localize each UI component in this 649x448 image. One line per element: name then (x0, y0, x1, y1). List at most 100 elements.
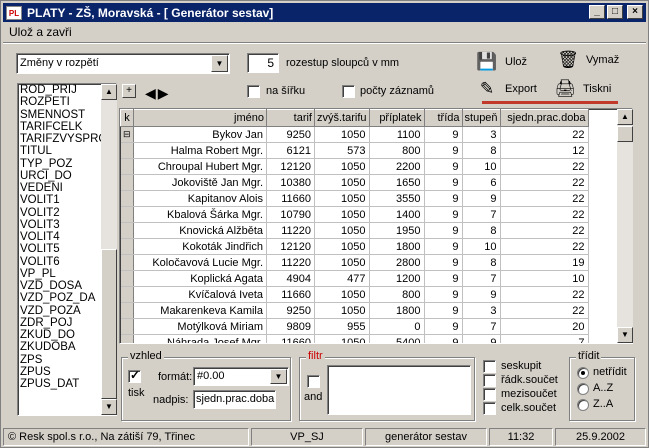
column-header[interactable]: zvýš.tarifu (314, 109, 370, 127)
table-cell[interactable]: 9 (424, 206, 463, 223)
width-checkbox[interactable] (247, 85, 260, 98)
table-cell[interactable]: Makarenkeva Kamila (133, 302, 267, 319)
table-cell[interactable]: 8 (462, 142, 501, 159)
column-header[interactable]: sjedn.prac.doba (499, 109, 589, 127)
row-indicator[interactable] (120, 334, 134, 343)
table-cell[interactable]: 9 (462, 334, 501, 343)
row-indicator[interactable] (120, 158, 134, 175)
column-header[interactable]: třída (423, 109, 463, 127)
table-cell[interactable]: Koplická Agata (133, 270, 267, 287)
scroll-down-icon[interactable]: ▼ (101, 399, 117, 415)
row-indicator[interactable]: ⊟ (120, 126, 134, 143)
data-grid[interactable]: k jméno tarif zvýš.tarifu příplatek třída stup… (119, 108, 633, 344)
table-cell[interactable]: Chroupal Hubert Mgr. (133, 158, 267, 175)
table-row[interactable]: Motýlková Miriam 9809 955 0 9 7 20 (120, 318, 589, 335)
table-cell[interactable]: 3 (462, 126, 501, 143)
filter-expression-field[interactable] (327, 365, 471, 415)
table-cell[interactable]: 9 (462, 190, 501, 207)
table-cell[interactable]: 6 (462, 174, 501, 191)
row-indicator[interactable] (120, 222, 134, 239)
row-indicator[interactable] (120, 318, 134, 335)
table-cell[interactable]: 22 (500, 126, 589, 143)
scroll-thumb[interactable] (617, 126, 633, 142)
table-cell[interactable]: 7 (500, 334, 589, 343)
table-cell[interactable]: 11220 (266, 254, 315, 271)
table-cell[interactable]: Kokoták Jindřich (133, 238, 267, 255)
table-row[interactable]: Makarenkeva Kamila 9250 1050 1800 9 3 22 (120, 302, 589, 319)
row-indicator[interactable] (120, 174, 134, 191)
table-cell[interactable]: 1800 (369, 302, 425, 319)
table-cell[interactable]: 5400 (369, 334, 425, 343)
format-combo[interactable]: #0.00 ▼ (193, 367, 289, 386)
scroll-up-icon[interactable]: ▲ (101, 84, 117, 100)
table-cell[interactable]: 7 (462, 270, 501, 287)
table-cell[interactable]: 955 (314, 318, 370, 335)
table-cell[interactable]: 9 (462, 286, 501, 303)
table-cell[interactable]: Náhrada Josef Mgr. (133, 334, 267, 343)
table-cell[interactable]: 2200 (369, 158, 425, 175)
table-cell[interactable]: 9 (424, 286, 463, 303)
row-indicator[interactable] (120, 270, 134, 287)
row-indicator[interactable] (120, 302, 134, 319)
table-cell[interactable]: 4904 (266, 270, 315, 287)
celk-soucet-checkbox[interactable] (483, 402, 496, 415)
table-cell[interactable]: 8 (462, 254, 501, 271)
column-header[interactable]: k (120, 109, 134, 127)
column-header[interactable]: jméno (133, 109, 267, 127)
table-cell[interactable]: 10 (500, 270, 589, 287)
table-cell[interactable]: 9 (424, 222, 463, 239)
scroll-thumb[interactable] (101, 249, 117, 399)
mezisoucet-checkbox[interactable] (483, 388, 496, 401)
table-row[interactable]: Jokoviště Jan Mgr. 10380 1050 1650 9 6 22 (120, 174, 589, 191)
table-cell[interactable]: 1050 (314, 286, 370, 303)
table-cell[interactable]: 9 (424, 126, 463, 143)
table-row[interactable]: Halma Robert Mgr. 6121 573 800 9 8 12 (120, 142, 589, 159)
table-cell[interactable]: 9809 (266, 318, 315, 335)
table-cell[interactable]: 9250 (266, 126, 315, 143)
table-row[interactable]: Kokoták Jindřich 12120 1050 1800 9 10 22 (120, 238, 589, 255)
save-button[interactable]: 💾 Ulož (475, 51, 527, 73)
table-cell[interactable]: 1400 (369, 206, 425, 223)
row-indicator[interactable] (120, 206, 134, 223)
add-field-button[interactable]: + (122, 84, 136, 98)
table-cell[interactable]: 22 (500, 302, 589, 319)
table-row[interactable]: ⊟ Bykov Jan 9250 1050 1100 9 3 22 (120, 126, 589, 143)
table-cell[interactable]: 573 (314, 142, 370, 159)
minimize-button[interactable]: _ (589, 5, 605, 19)
table-row[interactable]: Kvíčalová Iveta 11660 1050 800 9 9 22 (120, 286, 589, 303)
count-checkbox[interactable] (342, 85, 355, 98)
table-cell[interactable]: 11660 (266, 286, 315, 303)
maximize-button[interactable]: □ (607, 5, 623, 19)
table-row[interactable]: Koločavová Lucie Mgr. 11220 1050 2800 9 8 19 (120, 254, 589, 271)
table-cell[interactable]: Kapitanov Alois (133, 190, 267, 207)
table-cell[interactable]: 9 (424, 334, 463, 343)
table-cell[interactable]: Halma Robert Mgr. (133, 142, 267, 159)
column-header[interactable]: příplatek (368, 109, 425, 127)
table-cell[interactable]: 7 (462, 206, 501, 223)
table-cell[interactable]: 1050 (314, 206, 370, 223)
table-cell[interactable]: 1050 (314, 158, 370, 175)
table-cell[interactable]: 0 (369, 318, 425, 335)
table-cell[interactable]: 12120 (266, 158, 315, 175)
table-cell[interactable]: 9 (424, 238, 463, 255)
table-cell[interactable]: 1050 (314, 238, 370, 255)
chevron-down-icon[interactable]: ▼ (270, 369, 287, 384)
table-cell[interactable]: 1050 (314, 334, 370, 343)
caption-input[interactable]: sjedn.prac.doba (193, 390, 276, 409)
table-cell[interactable]: 3 (462, 302, 501, 319)
preset-combo[interactable]: Změny v rozpětí ▼ (16, 53, 230, 74)
row-indicator[interactable] (120, 190, 134, 207)
table-row[interactable]: Náhrada Josef Mgr. 11660 1050 5400 9 9 7 (120, 334, 589, 343)
table-cell[interactable]: 3550 (369, 190, 425, 207)
table-cell[interactable]: 22 (500, 190, 589, 207)
scroll-up-icon[interactable]: ▲ (617, 109, 633, 125)
table-cell[interactable]: 8 (462, 222, 501, 239)
table-cell[interactable]: Jokoviště Jan Mgr. (133, 174, 267, 191)
table-cell[interactable]: 22 (500, 206, 589, 223)
table-cell[interactable]: 1800 (369, 238, 425, 255)
menu-save-close[interactable]: Ulož a zavři (5, 25, 76, 39)
table-cell[interactable]: 19 (500, 254, 589, 271)
table-cell[interactable]: 1050 (314, 302, 370, 319)
table-row[interactable]: Chroupal Hubert Mgr. 12120 1050 2200 9 10 22 (120, 158, 589, 175)
table-cell[interactable]: 22 (500, 158, 589, 175)
